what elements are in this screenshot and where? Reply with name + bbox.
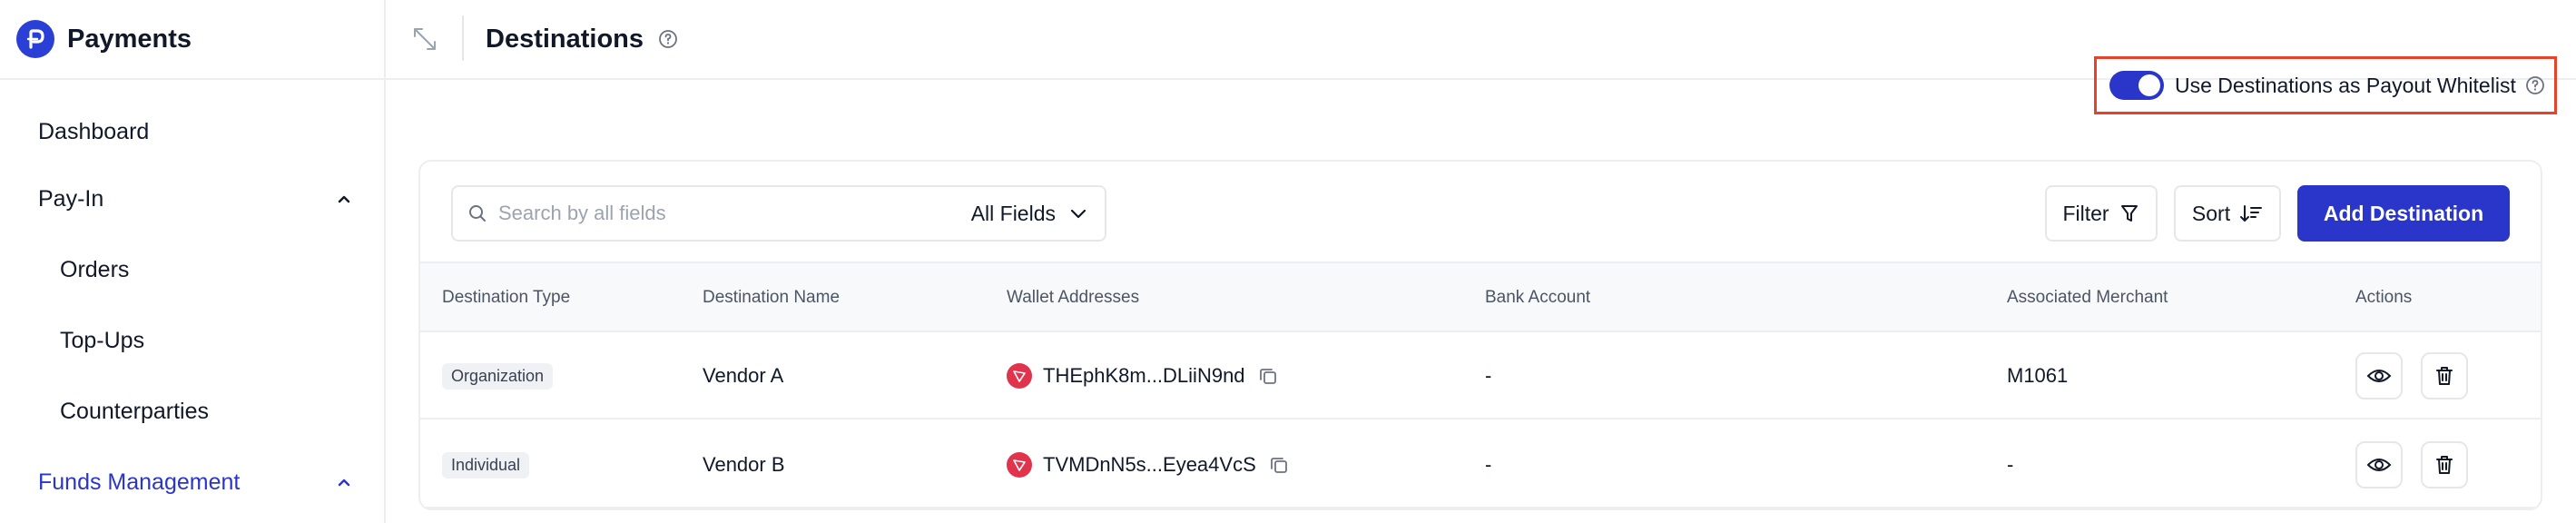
filter-button[interactable]: Filter	[2045, 185, 2158, 242]
eye-icon	[2366, 370, 2392, 382]
search-bar: Search by all fields All Fields	[451, 185, 1106, 242]
destination-type-badge: Organization	[442, 362, 554, 390]
sidebar-item-orders[interactable]: Orders	[0, 234, 384, 305]
trash-icon	[2436, 367, 2453, 385]
expand-icon	[414, 28, 436, 50]
table-header: Destination Type Destination Name Wallet…	[420, 262, 2541, 332]
sidebar: Payments Dashboard Pay-In Orders Top-Ups…	[0, 0, 386, 523]
help-icon[interactable]	[658, 29, 678, 49]
wallet-address-cell: THEphK8m...DLiiN9nd	[1007, 332, 1278, 419]
expand-button[interactable]	[386, 0, 464, 79]
sort-label: Sort	[2191, 201, 2231, 225]
filter-icon	[2120, 205, 2138, 222]
row-actions	[2355, 332, 2486, 419]
whitelist-label: Use Destinations as Payout Whitelist	[2175, 73, 2516, 97]
column-header: Associated Merchant	[2007, 288, 2168, 307]
sidebar-item-funds-management[interactable]: Funds Management	[0, 447, 384, 518]
sidebar-item-pay-in[interactable]: Pay-In	[0, 163, 384, 234]
brand: Payments	[0, 0, 384, 80]
brand-name: Payments	[67, 24, 192, 54]
wallet-address-cell: TVMDnN5s...Eyea4VcS	[1007, 421, 1289, 508]
search-field-select[interactable]: All Fields	[971, 202, 1056, 226]
sidebar-item-label: Orders	[60, 256, 130, 282]
tron-icon	[1007, 452, 1032, 478]
delete-button[interactable]	[2421, 352, 2468, 400]
tron-icon	[1007, 363, 1032, 389]
sidebar-item-label: Counterparties	[60, 398, 209, 424]
destination-type-badge: Individual	[442, 451, 530, 479]
page-title: Destinations	[486, 24, 644, 54]
destination-name: Vendor B	[703, 453, 785, 476]
column-header: Wallet Addresses	[1007, 288, 1140, 307]
wallet-address: TVMDnN5s...Eyea4VcS	[1043, 453, 1256, 476]
column-header: Bank Account	[1485, 288, 1591, 307]
add-destination-button[interactable]: Add Destination	[2297, 185, 2510, 242]
chevron-up-icon	[338, 195, 350, 203]
associated-merchant: -	[2007, 453, 2014, 476]
sidebar-nav: Dashboard Pay-In Orders Top-Ups Counterp…	[0, 80, 384, 518]
copy-icon[interactable]	[1258, 366, 1278, 386]
sidebar-item-label: Funds Management	[38, 469, 241, 495]
main-content: Destinations Use Destinations as Payout …	[386, 0, 2576, 523]
sidebar-item-dashboard[interactable]: Dashboard	[0, 100, 384, 163]
filter-label: Filter	[2062, 201, 2109, 225]
column-header: Actions	[2355, 288, 2413, 307]
table-row: Individual Vendor B TVMDnN5s...Eyea4VcS …	[420, 421, 2541, 508]
payments-logo-icon	[16, 20, 54, 58]
view-button[interactable]	[2355, 441, 2403, 488]
sidebar-item-label: Top-Ups	[60, 327, 145, 353]
associated-merchant: M1061	[2007, 364, 2069, 387]
bank-account: -	[1485, 453, 1492, 476]
sidebar-item-label: Pay-In	[38, 185, 104, 212]
search-icon	[469, 205, 486, 222]
destination-name: Vendor A	[703, 364, 784, 387]
help-icon[interactable]	[2525, 75, 2545, 95]
column-header: Destination Type	[442, 288, 571, 307]
row-actions	[2355, 421, 2486, 508]
trash-icon	[2436, 456, 2453, 474]
bank-account: -	[1485, 364, 1492, 387]
wallet-address: THEphK8m...DLiiN9nd	[1043, 364, 1245, 387]
sort-icon	[2240, 205, 2263, 222]
sidebar-item-counterparties[interactable]: Counterparties	[0, 376, 384, 447]
sidebar-item-top-ups[interactable]: Top-Ups	[0, 305, 384, 376]
chevron-up-icon	[338, 479, 350, 487]
table-row: Organization Vendor A THEphK8m...DLiiN9n…	[420, 332, 2541, 419]
destinations-card: Search by all fields All Fields Filter S…	[418, 160, 2542, 510]
payout-whitelist-setting: Use Destinations as Payout Whitelist	[2094, 56, 2557, 114]
copy-icon[interactable]	[1269, 455, 1289, 475]
whitelist-toggle[interactable]	[2109, 71, 2164, 100]
column-header: Destination Name	[703, 288, 841, 307]
chevron-down-icon[interactable]	[1068, 203, 1088, 223]
delete-button[interactable]	[2421, 441, 2468, 488]
search-input[interactable]: Search by all fields	[498, 202, 971, 225]
sidebar-item-label: Dashboard	[38, 118, 150, 144]
eye-icon	[2366, 459, 2392, 471]
sort-button[interactable]: Sort	[2174, 185, 2281, 242]
view-button[interactable]	[2355, 352, 2403, 400]
